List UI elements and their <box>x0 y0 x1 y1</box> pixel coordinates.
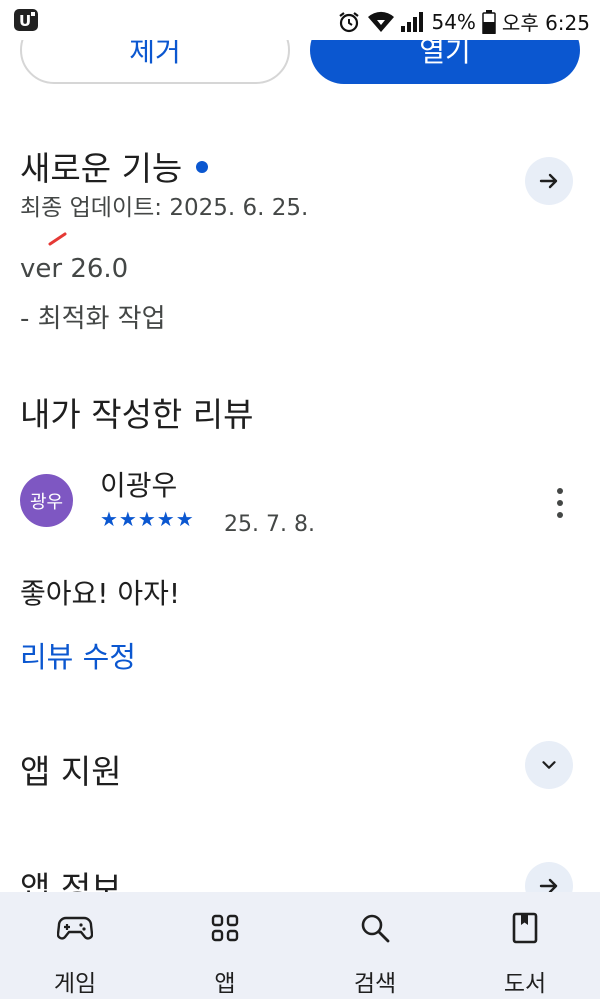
nav-books[interactable]: 도서 <box>450 892 600 999</box>
arrow-right-icon <box>539 173 558 189</box>
whats-new-header[interactable]: 새로운 기능 <box>20 142 209 190</box>
svg-text:U: U <box>19 12 31 30</box>
search-icon <box>359 910 391 946</box>
book-icon <box>512 910 538 946</box>
my-review-title: 내가 작성한 리뷰 <box>20 395 254 434</box>
wifi-icon <box>367 11 395 33</box>
nav-books-label: 도서 <box>503 971 547 997</box>
edit-review-link[interactable]: 리뷰 수정 <box>20 634 136 676</box>
signal-icon <box>401 11 425 32</box>
clock-time: 오후 6:25 <box>501 11 590 35</box>
release-note-item: - 최적화 작업 <box>20 304 166 334</box>
app-support-title[interactable]: 앱 지원 <box>20 745 122 793</box>
status-bar: U 54% 오후 6:25 <box>0 0 600 40</box>
battery-icon <box>482 9 496 34</box>
star-rating: ★★★★★ <box>100 507 195 531</box>
alarm-icon <box>337 10 361 34</box>
nav-games[interactable]: 게임 <box>0 892 150 999</box>
avatar: 광우 <box>20 474 73 527</box>
apps-grid-icon <box>211 910 239 946</box>
annotation-mark <box>48 232 67 246</box>
last-updated-text: 최종 업데이트: 2025. 6. 25. <box>20 195 309 221</box>
nav-search-label: 검색 <box>353 971 397 997</box>
bottom-navigation: 게임 앱 검색 도서 <box>0 892 600 999</box>
review-date: 25. 7. 8. <box>224 512 315 537</box>
release-note-version: ver 26.0 <box>20 254 129 284</box>
nav-search[interactable]: 검색 <box>300 892 450 999</box>
nav-games-label: 게임 <box>53 971 97 997</box>
gamepad-icon <box>57 910 93 946</box>
carrier-logo-icon: U <box>14 9 38 35</box>
whats-new-title: 새로운 기능 <box>20 149 183 188</box>
new-indicator-dot <box>196 161 209 173</box>
review-text: 좋아요! 아자! <box>20 577 181 610</box>
nav-apps[interactable]: 앱 <box>150 892 300 999</box>
whats-new-arrow-button[interactable] <box>525 157 573 205</box>
chevron-down-icon <box>542 761 556 769</box>
battery-percent: 54% <box>431 9 476 34</box>
more-options-icon[interactable] <box>548 486 572 520</box>
reviewer-name: 이광우 <box>100 469 178 502</box>
app-support-expand-button[interactable] <box>525 741 573 789</box>
nav-apps-label: 앱 <box>214 971 236 997</box>
